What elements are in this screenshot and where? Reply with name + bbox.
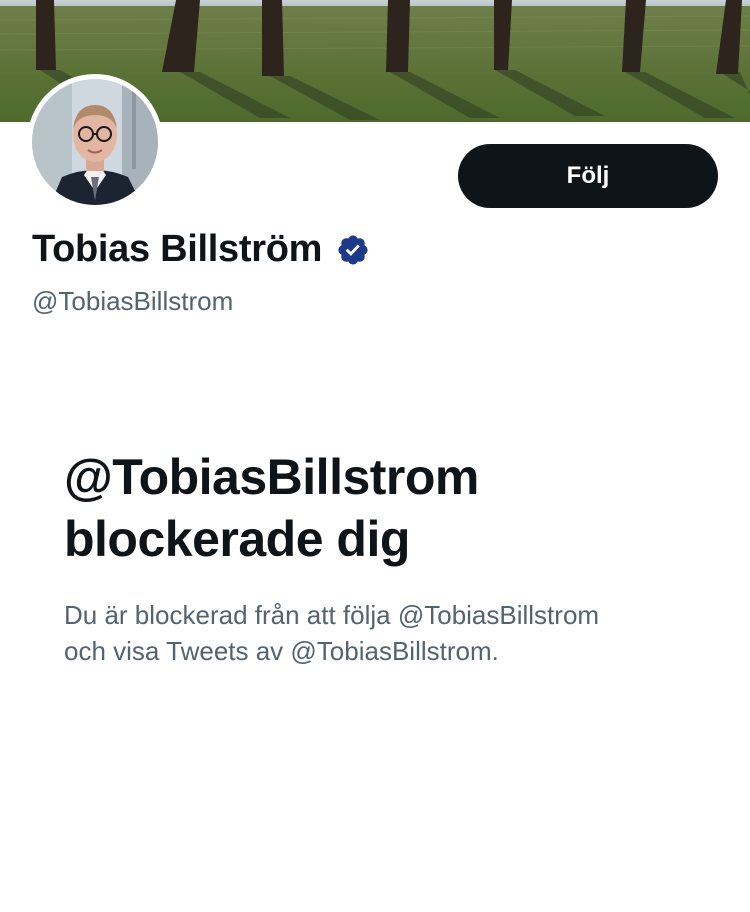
blocked-description-line-1: Du är blockerad från att följa @TobiasBi… bbox=[64, 600, 600, 630]
profile-name-row: Tobias Billström bbox=[32, 228, 370, 271]
blocked-description: Du är blockerad från att följa @TobiasBi… bbox=[64, 597, 724, 669]
profile-avatar[interactable] bbox=[27, 74, 163, 210]
follow-button[interactable]: Följ bbox=[458, 144, 718, 208]
blocked-title-line-1: @TobiasBillstrom bbox=[64, 449, 479, 505]
blocked-title-line-2: blockerade dig bbox=[64, 511, 410, 567]
profile-handle: @TobiasBillstrom bbox=[32, 286, 234, 316]
display-name: Tobias Billström bbox=[32, 228, 323, 270]
avatar-image bbox=[32, 79, 158, 205]
blocked-description-line-2: och visa Tweets av @TobiasBillstrom. bbox=[64, 636, 499, 666]
blocked-title: @TobiasBillstrom blockerade dig bbox=[64, 446, 704, 570]
verified-badge-icon bbox=[336, 233, 370, 267]
